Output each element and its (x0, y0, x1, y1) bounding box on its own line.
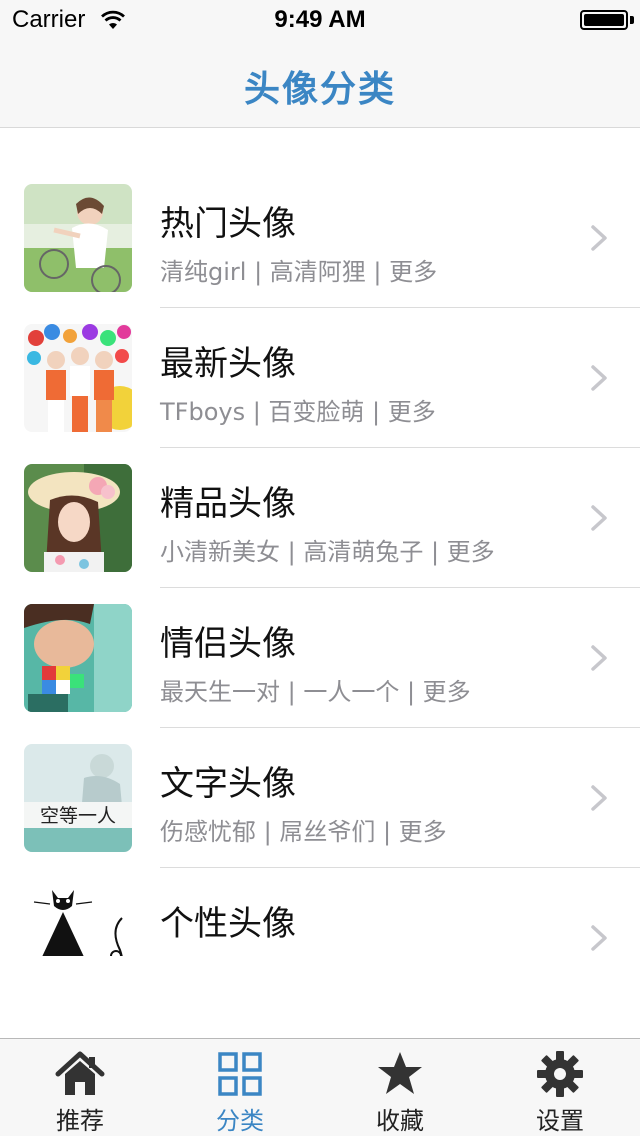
tab-bar: 推荐 分类 收藏 设置 (0, 1038, 640, 1136)
category-row-premium[interactable]: 精品头像 小清新美女 | 高清萌兔子 | 更多 (0, 448, 640, 588)
tab-label: 分类 (216, 1107, 264, 1135)
category-thumbnail-premium (24, 464, 132, 572)
category-thumbnail-hot (24, 184, 132, 292)
category-thumbnail-couple (24, 604, 132, 712)
tab-recommend[interactable]: 推荐 (0, 1039, 160, 1136)
chevron-right-icon (591, 505, 607, 531)
category-row-couple[interactable]: 情侣头像 最天生一对 | 一人一个 | 更多 (0, 588, 640, 728)
battery-icon (580, 10, 628, 30)
category-thumbnail-new (24, 324, 132, 432)
tab-settings[interactable]: 设置 (480, 1039, 640, 1136)
category-title: 最新头像 (160, 344, 296, 384)
chevron-right-icon (591, 225, 607, 251)
grid-icon (218, 1052, 262, 1096)
category-thumbnail-text: 空等一人 (24, 744, 132, 852)
star-icon (378, 1052, 422, 1094)
status-bar: Carrier 9:49 AM (0, 0, 640, 40)
category-subtitle: TFboys | 百变脸萌 | 更多 (160, 398, 436, 426)
chevron-right-icon (591, 645, 607, 671)
tab-favorites[interactable]: 收藏 (320, 1039, 480, 1136)
tab-label: 设置 (536, 1107, 584, 1135)
category-subtitle: 清纯girl | 高清阿狸 | 更多 (160, 258, 438, 286)
category-title: 精品头像 (160, 484, 296, 524)
tab-category[interactable]: 分类 (160, 1039, 320, 1136)
category-row-text[interactable]: 空等一人 文字头像 伤感忧郁 | 屌丝爷们 | 更多 (0, 728, 640, 868)
category-title: 情侣头像 (160, 624, 296, 664)
navigation-bar: 头像分类 (0, 40, 640, 128)
category-title: 个性头像 (160, 904, 296, 944)
category-thumbnail-personality (24, 884, 132, 956)
category-subtitle: 小清新美女 | 高清萌兔子 | 更多 (160, 538, 495, 566)
category-title: 文字头像 (160, 764, 296, 804)
category-row-personality[interactable]: 个性头像 (0, 868, 640, 956)
battery-tip (630, 16, 634, 24)
category-title: 热门头像 (160, 204, 296, 244)
gear-icon (537, 1051, 583, 1097)
tab-label: 收藏 (376, 1107, 424, 1135)
tab-label: 推荐 (56, 1107, 104, 1135)
thumbnail-caption: 空等一人 (40, 805, 116, 827)
chevron-right-icon (591, 785, 607, 811)
chevron-right-icon (591, 365, 607, 391)
home-icon (55, 1051, 105, 1095)
chevron-right-icon (591, 925, 607, 951)
page-title: 头像分类 (243, 69, 396, 110)
category-subtitle: 最天生一对 | 一人一个 | 更多 (160, 678, 471, 706)
category-row-hot[interactable]: 热门头像 清纯girl | 高清阿狸 | 更多 (0, 168, 640, 308)
category-row-new[interactable]: 最新头像 TFboys | 百变脸萌 | 更多 (0, 308, 640, 448)
clock: 9:49 AM (274, 6, 366, 33)
category-subtitle: 伤感忧郁 | 屌丝爷们 | 更多 (160, 818, 447, 846)
category-list[interactable]: 热门头像 清纯girl | 高清阿狸 | 更多 最新头像 TFboys | 百变… (0, 168, 640, 956)
